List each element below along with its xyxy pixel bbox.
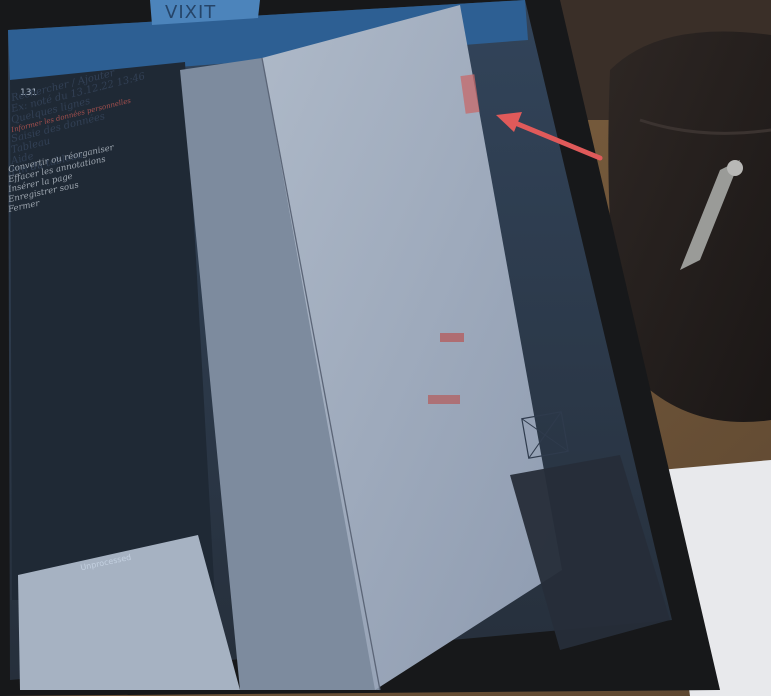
app-brand-text: VIXIT [165, 2, 217, 23]
red-highlight [440, 333, 464, 342]
zipper-ring [727, 160, 743, 176]
red-highlight [428, 395, 460, 404]
